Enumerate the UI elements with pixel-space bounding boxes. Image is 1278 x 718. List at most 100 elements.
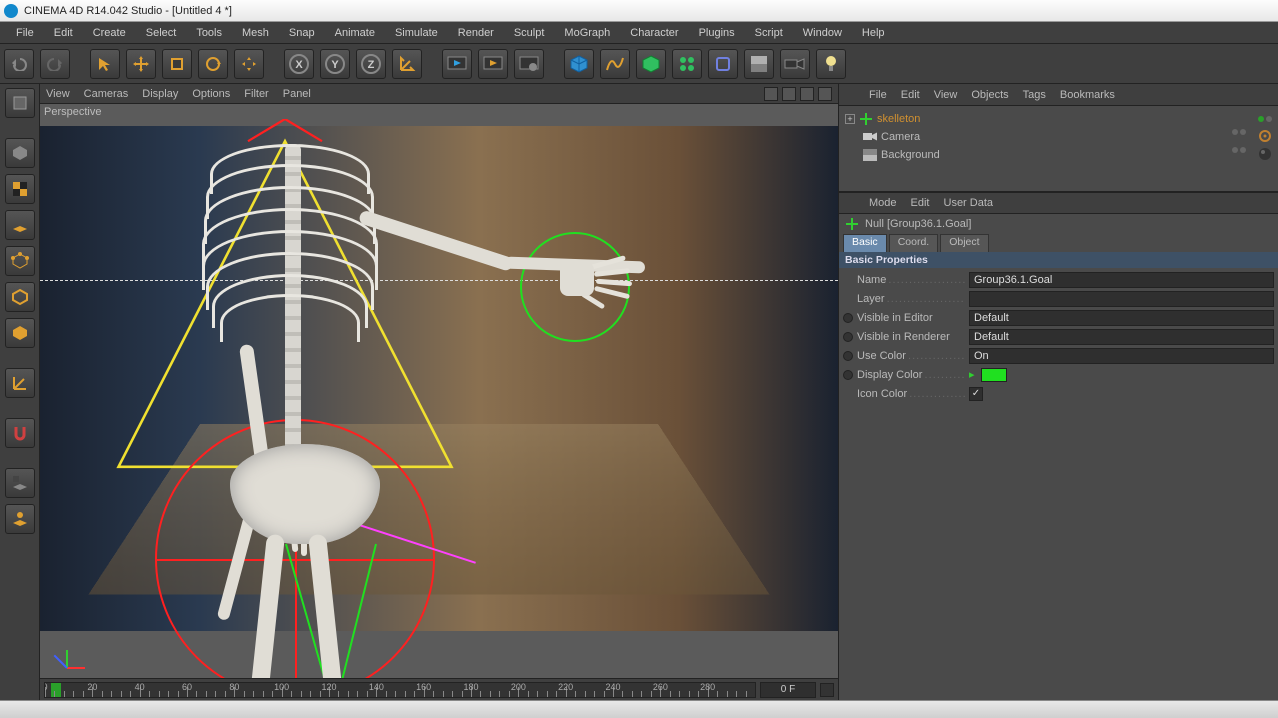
timeline-step-button[interactable]	[820, 683, 834, 697]
render-dot-icon[interactable]	[1266, 116, 1272, 122]
rotate-tool-button[interactable]	[198, 49, 228, 79]
menu-window[interactable]: Window	[793, 24, 852, 42]
make-editable-button[interactable]	[5, 88, 35, 118]
coord-system-button[interactable]	[392, 49, 422, 79]
attrmenu-edit[interactable]: Edit	[911, 197, 930, 209]
icon-color-checkbox[interactable]: ✓	[969, 387, 983, 401]
visibility-dot-icon[interactable]	[1258, 116, 1264, 122]
visibility-dot-icon[interactable]	[1232, 129, 1238, 135]
chevron-right-icon[interactable]: ▸	[969, 368, 975, 381]
add-cube-button[interactable]	[564, 49, 594, 79]
add-spline-button[interactable]	[600, 49, 630, 79]
menu-snap[interactable]: Snap	[279, 24, 325, 42]
objmenu-edit[interactable]: Edit	[901, 89, 920, 101]
objmenu-objects[interactable]: Objects	[971, 89, 1008, 101]
display-color-swatch[interactable]	[981, 368, 1007, 382]
lastused-tool-button[interactable]	[234, 49, 264, 79]
menu-animate[interactable]: Animate	[325, 24, 385, 42]
tab-object[interactable]: Object	[940, 234, 988, 252]
menu-create[interactable]: Create	[83, 24, 136, 42]
keyframe-dot-icon[interactable]	[843, 370, 853, 380]
attrmenu-mode[interactable]: Mode	[869, 197, 897, 209]
menu-tools[interactable]: Tools	[186, 24, 232, 42]
add-camera-button[interactable]	[780, 49, 810, 79]
axis-mode-button[interactable]	[5, 368, 35, 398]
layer-input[interactable]	[969, 291, 1274, 307]
menu-help[interactable]: Help	[852, 24, 895, 42]
expand-plus-icon[interactable]: +	[845, 114, 855, 124]
workplane-align-button[interactable]	[5, 504, 35, 534]
visibility-dot-icon[interactable]	[1232, 147, 1238, 153]
viewport-maximize-icon[interactable]	[818, 87, 832, 101]
add-environment-button[interactable]	[744, 49, 774, 79]
objmenu-file[interactable]: File	[869, 89, 887, 101]
x-axis-button[interactable]: X	[284, 49, 314, 79]
tree-row-background[interactable]: Background	[845, 146, 1272, 164]
viewport-zoom-icon[interactable]	[782, 87, 796, 101]
viewmenu-display[interactable]: Display	[142, 88, 178, 100]
add-array-button[interactable]	[672, 49, 702, 79]
object-manager-tree[interactable]: + skelleton Camera Background	[839, 106, 1278, 192]
tab-basic[interactable]: Basic	[843, 234, 887, 252]
menu-select[interactable]: Select	[136, 24, 187, 42]
timeline-playhead[interactable]	[51, 683, 61, 698]
tab-coord[interactable]: Coord.	[889, 234, 939, 252]
select-tool-button[interactable]	[90, 49, 120, 79]
viewport-orbit-icon[interactable]	[800, 87, 814, 101]
target-tag-icon[interactable]	[1258, 129, 1272, 146]
polygon-mode-button[interactable]	[5, 318, 35, 348]
visible-editor-select[interactable]: Default	[969, 310, 1274, 326]
edge-mode-button[interactable]	[5, 282, 35, 312]
viewmenu-filter[interactable]: Filter	[244, 88, 268, 100]
objmenu-view[interactable]: View	[934, 89, 958, 101]
tree-row-camera[interactable]: Camera	[845, 128, 1272, 146]
menu-script[interactable]: Script	[745, 24, 793, 42]
viewport-3d[interactable]: Perspective	[40, 104, 838, 678]
use-color-select[interactable]: On	[969, 348, 1274, 364]
menu-simulate[interactable]: Simulate	[385, 24, 448, 42]
workplane-lock-button[interactable]	[5, 468, 35, 498]
menu-file[interactable]: File	[6, 24, 44, 42]
add-light-button[interactable]	[816, 49, 846, 79]
texture-mode-button[interactable]	[5, 174, 35, 204]
timeline-ruler[interactable]: 020406080100120140160180200220240260280	[44, 682, 756, 698]
render-view-button[interactable]	[442, 49, 472, 79]
keyframe-dot-icon[interactable]	[843, 313, 853, 323]
objmenu-tags[interactable]: Tags	[1023, 89, 1046, 101]
render-dot-icon[interactable]	[1240, 147, 1246, 153]
viewmenu-options[interactable]: Options	[192, 88, 230, 100]
menu-render[interactable]: Render	[448, 24, 504, 42]
render-settings-button[interactable]	[514, 49, 544, 79]
workplane-mode-button[interactable]	[5, 210, 35, 240]
menu-plugins[interactable]: Plugins	[689, 24, 745, 42]
viewmenu-panel[interactable]: Panel	[283, 88, 311, 100]
material-tag-icon[interactable]	[1258, 147, 1272, 164]
objmenu-bookmarks[interactable]: Bookmarks	[1060, 89, 1115, 101]
menu-mesh[interactable]: Mesh	[232, 24, 279, 42]
render-dot-icon[interactable]	[1240, 129, 1246, 135]
move-tool-button[interactable]	[126, 49, 156, 79]
scale-tool-button[interactable]	[162, 49, 192, 79]
visible-renderer-select[interactable]: Default	[969, 329, 1274, 345]
viewmenu-view[interactable]: View	[46, 88, 70, 100]
add-nurbs-button[interactable]	[636, 49, 666, 79]
keyframe-dot-icon[interactable]	[843, 351, 853, 361]
menu-edit[interactable]: Edit	[44, 24, 83, 42]
undo-button[interactable]	[4, 49, 34, 79]
redo-button[interactable]	[40, 49, 70, 79]
viewmenu-cameras[interactable]: Cameras	[84, 88, 129, 100]
point-mode-button[interactable]	[5, 246, 35, 276]
attrmenu-userdata[interactable]: User Data	[944, 197, 994, 209]
snap-button[interactable]	[5, 418, 35, 448]
render-pv-button[interactable]	[478, 49, 508, 79]
menu-mograph[interactable]: MoGraph	[554, 24, 620, 42]
menu-character[interactable]: Character	[620, 24, 688, 42]
viewport-pan-icon[interactable]	[764, 87, 778, 101]
timeline-current-frame[interactable]: 0 F	[760, 682, 816, 698]
name-input[interactable]: Group36.1.Goal	[969, 272, 1274, 288]
add-deformer-button[interactable]	[708, 49, 738, 79]
z-axis-button[interactable]: Z	[356, 49, 386, 79]
model-mode-button[interactable]	[5, 138, 35, 168]
tree-row-skelleton[interactable]: + skelleton	[845, 110, 1272, 128]
keyframe-dot-icon[interactable]	[843, 332, 853, 342]
